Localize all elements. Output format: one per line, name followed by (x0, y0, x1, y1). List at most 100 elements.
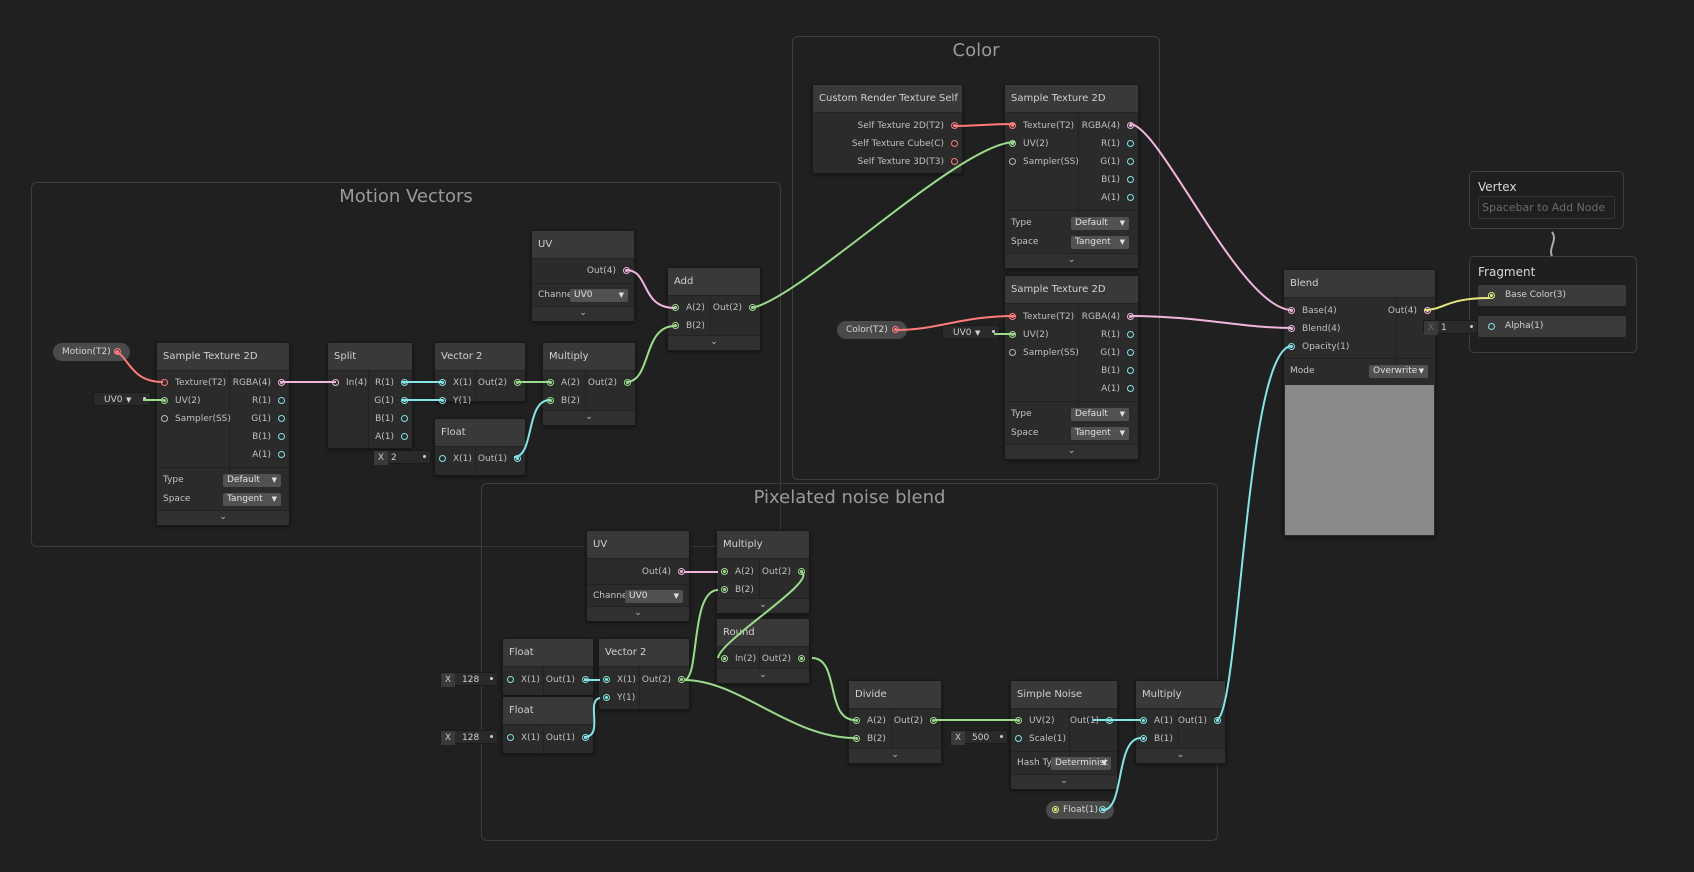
output-port[interactable]: A(1) (375, 430, 408, 444)
output-port[interactable]: B(1) (1101, 173, 1134, 187)
property-motion[interactable]: Motion(T2) (53, 343, 130, 361)
input-port[interactable]: In(2) (721, 652, 756, 666)
type-dropdown[interactable]: Default ▼ (223, 474, 281, 487)
output-port[interactable]: Out(2) (894, 714, 937, 728)
chevron-down-icon[interactable]: ⌄ (1005, 253, 1138, 268)
property-color[interactable]: Color(T2) (837, 321, 907, 339)
vertex-placeholder[interactable]: Spacebar to Add Node (1478, 196, 1615, 219)
node-vector2-noise[interactable]: Vector 2 X(1) Y(1) Out(2) (598, 638, 690, 710)
node-simple-noise[interactable]: Simple Noise UV(2) Scale(1) Out(1) Hash … (1010, 680, 1118, 790)
output-port[interactable]: Out(4) (587, 264, 630, 278)
input-port[interactable]: X(1) (603, 673, 636, 687)
input-port[interactable]: Y(1) (439, 394, 471, 408)
node-sample-texture-2d-color-2[interactable]: Sample Texture 2D Texture(T2) UV(2) Samp… (1004, 275, 1139, 460)
alpha-value-inline[interactable]: X 1 (1423, 320, 1478, 335)
output-port[interactable]: Out(4) (642, 565, 685, 579)
float-value-inline[interactable]: X 2 (373, 450, 431, 465)
input-port[interactable]: B(2) (547, 394, 580, 408)
float-value-inline[interactable]: X 128 (440, 730, 498, 745)
uv-channel-inline[interactable]: UV0 ▼ (942, 325, 1000, 339)
mode-dropdown[interactable]: Overwrite ▼ (1369, 365, 1428, 378)
chevron-down-icon[interactable]: ⌄ (532, 306, 634, 321)
chevron-down-icon[interactable]: ⌄ (668, 335, 760, 350)
input-port[interactable]: UV(2) (1009, 328, 1049, 342)
chevron-down-icon[interactable]: ⌄ (587, 606, 689, 621)
input-port[interactable]: UV(2) (1009, 137, 1049, 151)
output-port[interactable]: B(1) (375, 412, 408, 426)
output-port[interactable]: Self Texture Cube(C) (852, 137, 958, 151)
input-port[interactable]: UV(2) (161, 394, 201, 408)
type-dropdown[interactable]: Default ▼ (1071, 217, 1129, 230)
input-port[interactable]: In(4) (332, 376, 367, 390)
input-port[interactable]: Blend(4) (1288, 322, 1340, 336)
block-alpha[interactable]: Alpha(1) (1478, 316, 1626, 337)
space-dropdown[interactable]: Tangent ▼ (223, 493, 281, 506)
node-add[interactable]: Add A(2) B(2) Out(2) ⌄ (667, 267, 761, 351)
input-port[interactable]: Sampler(SS) (1009, 155, 1079, 169)
input-port[interactable]: A(2) (547, 376, 580, 390)
node-divide[interactable]: Divide A(2) B(2) Out(2) ⌄ (848, 680, 942, 764)
output-port[interactable]: Out(4) (1388, 304, 1431, 318)
space-dropdown[interactable]: Tangent ▼ (1071, 427, 1129, 440)
property-float[interactable]: Float(1) (1046, 801, 1114, 819)
node-uv-noise[interactable]: UV Out(4) Channe UV0 ▼ ⌄ (586, 530, 690, 622)
input-port[interactable]: Sampler(SS) (1009, 346, 1079, 360)
input-port[interactable]: Texture(T2) (1009, 310, 1074, 324)
chevron-down-icon[interactable]: ⌄ (717, 598, 809, 613)
chevron-down-icon[interactable]: ⌄ (1011, 774, 1117, 789)
input-port[interactable]: Texture(T2) (161, 376, 226, 390)
output-port[interactable]: A(1) (1101, 191, 1134, 205)
output-port[interactable]: Out(1) (546, 731, 589, 745)
output-port[interactable]: RGBA(4) (1082, 310, 1134, 324)
scale-value-inline[interactable]: X 500 (950, 730, 1008, 745)
output-port[interactable]: Out(1) (1070, 714, 1113, 728)
node-sample-texture-2d-motion[interactable]: Sample Texture 2D Texture(T2) UV(2) Samp… (156, 342, 290, 526)
input-port[interactable]: Base(4) (1288, 304, 1337, 318)
node-round[interactable]: Round In(2) Out(2) ⌄ (716, 618, 810, 684)
input-port[interactable]: B(1) (1140, 732, 1173, 746)
channel-dropdown[interactable]: UV0 ▼ (625, 590, 683, 603)
node-multiply-final[interactable]: Multiply A(1) B(1) Out(1) ⌄ (1135, 680, 1226, 764)
output-port[interactable]: Self Texture 3D(T3) (858, 155, 958, 169)
channel-dropdown[interactable]: UV0 ▼ (570, 289, 628, 302)
port-dot-icon[interactable] (1099, 806, 1106, 813)
output-port[interactable]: G(1) (1100, 346, 1134, 360)
output-port[interactable]: R(1) (1101, 137, 1134, 151)
input-port[interactable]: B(2) (853, 732, 886, 746)
output-port[interactable]: G(1) (251, 412, 285, 426)
input-port[interactable]: Sampler(SS) (161, 412, 231, 426)
node-uv-motion[interactable]: UV Out(4) Channe UV0 ▼ ⌄ (531, 230, 635, 322)
node-float-motion[interactable]: Float X(1) Out(1) (434, 418, 526, 476)
input-port[interactable]: Opacity(1) (1288, 340, 1349, 354)
port-dot-icon[interactable] (114, 348, 121, 355)
chevron-down-icon[interactable]: ⌄ (849, 748, 941, 763)
input-port[interactable]: Y(1) (603, 691, 635, 705)
output-port[interactable]: G(1) (1100, 155, 1134, 169)
output-port[interactable]: A(1) (252, 448, 285, 462)
node-custom-render-texture-self[interactable]: Custom Render Texture Self Self Texture … (812, 84, 963, 174)
input-port[interactable]: X(1) (439, 376, 472, 390)
output-port[interactable]: A(1) (1101, 382, 1134, 396)
fragment-context[interactable]: Fragment Base Color(3) Alpha(1) (1469, 256, 1637, 353)
chevron-down-icon[interactable]: ⌄ (157, 510, 289, 525)
input-port[interactable]: Scale(1) (1015, 732, 1066, 746)
uv-channel-inline[interactable]: UV0 ▼ (93, 392, 151, 406)
input-port[interactable]: X(1) (507, 673, 540, 687)
hash-type-dropdown[interactable]: Determinist ▼ (1051, 757, 1111, 770)
node-float-noise-2[interactable]: Float X(1) Out(1) (502, 696, 594, 754)
node-split[interactable]: Split In(4) R(1) G(1) B(1) A(1) (327, 342, 413, 449)
node-multiply-noise[interactable]: Multiply A(2) B(2) Out(2) ⌄ (716, 530, 810, 614)
output-port[interactable]: Out(2) (762, 652, 805, 666)
output-port[interactable]: RGBA(4) (1082, 119, 1134, 133)
output-port[interactable]: Out(2) (713, 301, 756, 315)
output-port[interactable]: R(1) (375, 376, 408, 390)
output-port[interactable]: G(1) (374, 394, 408, 408)
type-dropdown[interactable]: Default ▼ (1071, 408, 1129, 421)
float-value-inline[interactable]: X 128 (440, 672, 498, 687)
output-port[interactable]: Out(1) (478, 452, 521, 466)
output-port[interactable]: Out(1) (546, 673, 589, 687)
node-blend[interactable]: Blend Base(4) Blend(4) Opacity(1) Out(4)… (1283, 269, 1436, 537)
output-port[interactable]: R(1) (252, 394, 285, 408)
input-port[interactable]: X(1) (507, 731, 540, 745)
output-port[interactable]: RGBA(4) (233, 376, 285, 390)
